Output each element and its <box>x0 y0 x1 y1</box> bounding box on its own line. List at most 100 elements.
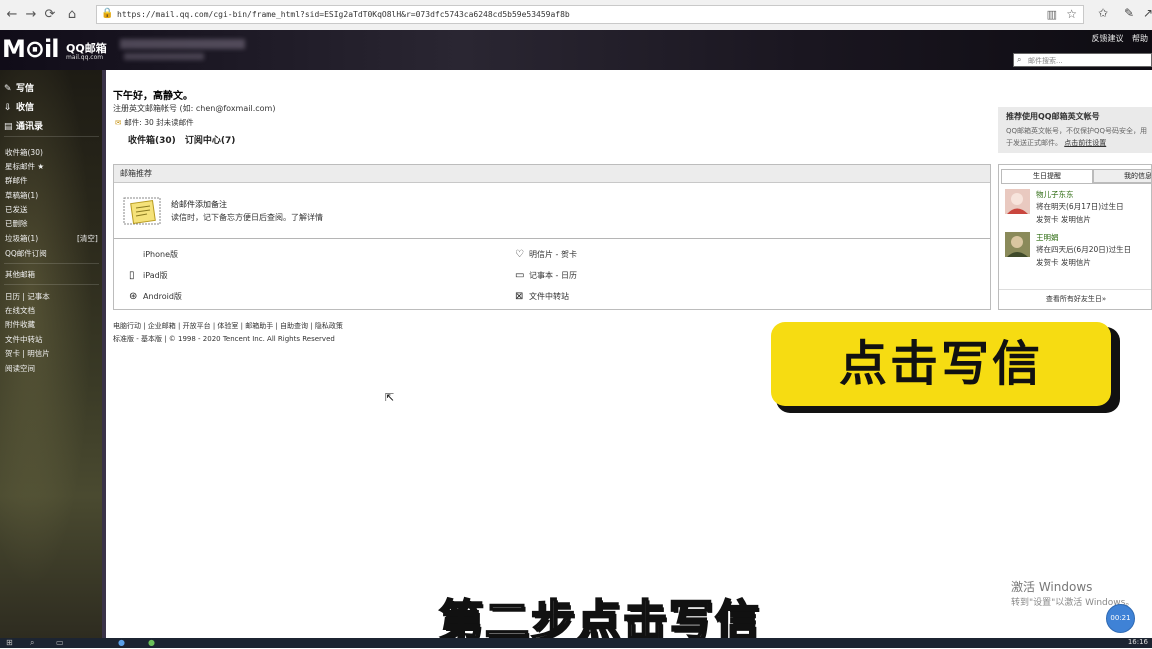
tool-file-transfer[interactable]: 文件中转站 <box>5 334 43 345</box>
inbox-quick-link[interactable]: 收件箱(30) <box>128 136 176 146</box>
birthday-name[interactable]: 王明娟 <box>1036 232 1059 243</box>
top-links: 反馈建议 帮助 <box>1085 33 1148 44</box>
note-feature-title[interactable]: 给邮件添加备注 <box>171 199 227 210</box>
calendar-link[interactable]: 日历 <box>5 292 20 301</box>
floating-timer-bubble[interactable]: 00:21 <box>1106 604 1135 633</box>
avatar[interactable] <box>1005 232 1030 257</box>
reading-view-icon[interactable]: ▥ <box>1047 8 1057 21</box>
search-placeholder: 邮件搜索... <box>1028 57 1063 65</box>
tool-calendar[interactable]: 日历 | 记事本 <box>5 291 50 302</box>
compose-callout: 点击写信 <box>771 322 1111 406</box>
android-app-link[interactable]: ⊛ Android版 <box>129 291 182 302</box>
compose-callout-text: 点击写信 <box>838 336 1043 392</box>
notepad-link[interactable]: 记事本 <box>27 292 50 301</box>
mail-search-input[interactable]: ⌕ 邮件搜索... <box>1013 53 1152 67</box>
subscription-quick-link[interactable]: 订阅中心(7) <box>185 136 236 146</box>
taskbar: ⊞ ⌕ ▭ ● ● 16:16 <box>0 638 1152 648</box>
birthday-date: 将在明天(6月17日)过生日 <box>1036 202 1124 211</box>
card-link[interactable]: 贺卡 <box>5 349 20 358</box>
browser-toolbar: ← → ⟳ ⌂ 🔒 https://mail.qq.com/cgi-bin/fr… <box>0 0 1152 31</box>
tablet-icon: ▯ <box>129 270 135 281</box>
url-text: https://mail.qq.com/cgi-bin/frame_html?s… <box>117 10 570 19</box>
contacts-button[interactable]: ▤ 通讯录 <box>4 119 43 132</box>
birthday-panel: 生日提醒 我的信息 物儿子东东 将在明天(6月17日)过生日 发贺卡 发明信片 … <box>998 164 1152 310</box>
address-bar[interactable]: 🔒 https://mail.qq.com/cgi-bin/frame_html… <box>96 5 1084 24</box>
folder-group[interactable]: 群邮件 <box>5 175 28 186</box>
sticky-note-icon <box>123 197 161 225</box>
help-link[interactable]: 帮助 <box>1132 34 1148 43</box>
tab-my-info[interactable]: 我的信息 <box>1093 169 1151 183</box>
birthday-date: 将在四天后(6月20日)过生日 <box>1036 245 1132 254</box>
footer-links[interactable]: 电脑行动 | 企业邮箱 | 开放平台 | 体验室 | 邮箱助手 | 自助查询 |… <box>113 321 343 331</box>
search-icon[interactable]: ⌕ <box>30 638 34 648</box>
app-taskbar-icon[interactable]: ● <box>148 638 155 647</box>
reload-icon[interactable]: ⟳ <box>41 6 59 24</box>
home-icon[interactable]: ⌂ <box>63 6 81 24</box>
calendar-icon: ▭ <box>515 270 525 281</box>
task-view-icon[interactable]: ▭ <box>56 638 64 647</box>
footer-copyright: 标准版 - 基本版 | © 1998 - 2020 Tencent Inc. A… <box>113 335 335 343</box>
windows-start-icon[interactable]: ⊞ <box>6 638 13 647</box>
folder-sent[interactable]: 已发送 <box>5 204 28 215</box>
panel-title: 邮箱推荐 <box>120 169 152 178</box>
blurred-username <box>120 39 245 49</box>
folder-inbox[interactable]: 收件箱(30) <box>5 147 43 158</box>
mail-count[interactable]: ✉ 邮件: 30 封未读邮件 <box>115 117 194 128</box>
promo-desc: QQ邮箱英文帐号，不仅保护QQ号码安全，用于发送正式邮件。 点击前往设置 <box>1006 125 1152 149</box>
birthday-tabs: 生日提醒 我的信息 <box>1001 169 1151 184</box>
postcard-link[interactable]: 明信片 <box>27 349 50 358</box>
all-birthdays-link[interactable]: 查看所有好友生日» <box>999 289 1151 304</box>
envelope-icon: ✉ <box>115 118 122 127</box>
transfer-icon: ⊠ <box>515 291 524 302</box>
sidebar-divider[interactable] <box>102 70 106 638</box>
share-icon[interactable]: ↗ <box>1143 6 1152 20</box>
promo-title: 推荐使用QQ邮箱英文帐号 <box>1006 112 1100 121</box>
arrow-left-icon[interactable]: ← <box>3 6 21 24</box>
avatar[interactable] <box>1005 189 1030 214</box>
favorites-icon[interactable]: ✩ <box>1098 6 1108 20</box>
birthday-name[interactable]: 物儿子东东 <box>1036 189 1074 200</box>
tool-online-docs[interactable]: 在线文档 <box>5 305 35 316</box>
english-account-promo: 推荐使用QQ邮箱英文帐号 QQ邮箱英文帐号，不仅保护QQ号码安全，用于发送正式邮… <box>998 107 1152 153</box>
tab-birthday[interactable]: 生日提醒 <box>1001 169 1093 183</box>
blurred-account-links <box>124 53 204 60</box>
qqmail-logo[interactable]: M⊙il <box>2 35 59 63</box>
birthday-actions[interactable]: 发贺卡 发明信片 <box>1036 257 1091 268</box>
feedback-link[interactable]: 反馈建议 <box>1091 34 1123 43</box>
tool-cards[interactable]: 贺卡 | 明信片 <box>5 348 50 359</box>
activate-windows-title: 激活 Windows <box>1011 580 1093 594</box>
folder-spam[interactable]: 垃圾箱(1) [清空] <box>5 233 98 244</box>
arrow-right-icon[interactable]: → <box>22 6 40 24</box>
mail-count-text: 邮件: 30 封未读邮件 <box>124 118 194 127</box>
inbox-icon: ⇩ <box>4 103 12 113</box>
recommend-panel: 邮箱推荐 给邮件添加备注 读信时，记下备忘方便日后查阅。了解详情 iPhone版… <box>113 164 991 310</box>
pen-icon[interactable]: ✎ <box>1124 6 1134 20</box>
tool-reading-space[interactable]: 阅读空间 <box>5 363 35 374</box>
folder-drafts[interactable]: 草稿箱(1) <box>5 190 38 201</box>
file-transfer-link[interactable]: ⊠ 文件中转站 <box>515 291 569 302</box>
folder-starred[interactable]: 星标邮件 ★ <box>5 161 44 172</box>
postcard-link[interactable]: ♡ 明信片 - 贺卡 <box>515 249 577 260</box>
greeting: 下午好，高静文。 <box>113 91 193 102</box>
note-feature-desc[interactable]: 读信时，记下备忘方便日后查阅。了解详情 <box>171 212 323 223</box>
register-english-account-link[interactable]: 注册英文邮箱帐号 (如: chen@foxmail.com) <box>113 103 275 114</box>
contacts-icon: ▤ <box>4 122 13 132</box>
browser-taskbar-icon[interactable]: ● <box>118 638 125 647</box>
tool-attachments[interactable]: 附件收藏 <box>5 319 35 330</box>
receive-button[interactable]: ⇩ 收信 <box>4 100 34 113</box>
other-mailbox[interactable]: 其他邮箱 <box>5 269 35 280</box>
taskbar-clock: 16:16 <box>1127 638 1148 646</box>
empty-spam-link[interactable]: [清空] <box>77 233 98 244</box>
sidebar-separator <box>4 284 99 285</box>
search-icon: ⌕ <box>1017 55 1022 64</box>
mail-header: M⊙il QQ邮箱 mail.qq.com 反馈建议 帮助 <box>0 30 1152 70</box>
ipad-app-link[interactable]: ▯ iPad版 <box>129 270 168 281</box>
birthday-actions[interactable]: 发贺卡 发明信片 <box>1036 214 1091 225</box>
folder-subscription[interactable]: QQ邮件订阅 <box>5 248 47 259</box>
compose-button[interactable]: ✎ 写信 <box>4 81 34 94</box>
iphone-app-link[interactable]: iPhone版 <box>129 249 178 260</box>
promo-setting-link[interactable]: 点击前往设置 <box>1064 139 1106 147</box>
folder-deleted[interactable]: 已删除 <box>5 218 28 229</box>
notepad-calendar-link[interactable]: ▭ 记事本 - 日历 <box>515 270 577 281</box>
favorite-star-icon[interactable]: ☆ <box>1066 7 1077 21</box>
